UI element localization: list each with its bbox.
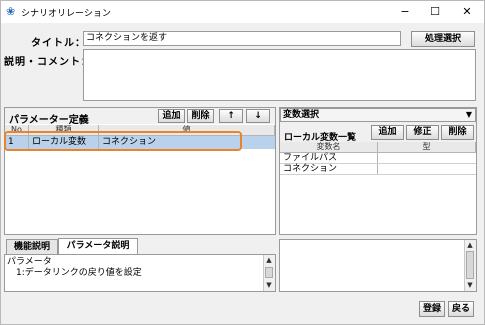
register-button[interactable]: 登録 [419, 301, 445, 317]
title-bar: ❀ シナリオリレーション − ☐ ✕ [1, 1, 484, 23]
description-line-2: 1:データリンクの戻り値を設定 [7, 268, 142, 278]
var-col-name[interactable]: 変数名 [280, 142, 378, 153]
chevron-down-icon: ▼ [465, 110, 472, 119]
description-line-1: パラメータ [7, 257, 52, 267]
back-button[interactable]: 戻る [448, 301, 474, 317]
minimize-button[interactable]: − [391, 3, 419, 21]
table-row[interactable]: コネクション [280, 164, 476, 175]
highlight-outline [4, 131, 242, 151]
tab-function-description[interactable]: 機能説明 [6, 239, 58, 254]
scroll-down-icon[interactable]: ▼ [264, 280, 274, 290]
title-input[interactable]: コネクションを返す [83, 31, 401, 46]
comment-label: 説明・コメント： [4, 57, 92, 68]
scroll-thumb[interactable] [265, 267, 273, 278]
variable-select-value: 変数選択 [283, 110, 320, 120]
scroll-up-icon[interactable]: ▲ [465, 240, 475, 250]
right-panel-scrollbar[interactable]: ▲ ▼ [464, 240, 476, 291]
dialog-window: ❀ シナリオリレーション − ☐ ✕ タイトル： コネクションを返す 処理選択 … [0, 0, 485, 325]
param-move-down-button[interactable]: ↓ [246, 109, 270, 123]
var-edit-button[interactable]: 修正 [406, 125, 439, 140]
variable-select-dropdown[interactable]: 変数選択 ▼ [280, 108, 476, 122]
parameter-header: パラメーター定義 [9, 115, 89, 126]
tab-parameter-description[interactable]: パラメータ説明 [58, 238, 138, 255]
description-panel: パラメータ 1:データリンクの戻り値を設定 ▲ ▼ [4, 254, 276, 292]
title-label: タイトル： [31, 38, 86, 49]
param-move-up-button[interactable]: ↑ [219, 109, 243, 123]
var-col-type[interactable]: 型 [378, 142, 476, 153]
param-add-button[interactable]: 追加 [158, 109, 185, 123]
scroll-up-icon[interactable]: ▲ [264, 255, 274, 265]
comment-textarea[interactable] [83, 49, 476, 101]
var-delete-button[interactable]: 削除 [441, 125, 474, 140]
process-select-button[interactable]: 処理選択 [411, 31, 475, 47]
param-delete-button[interactable]: 削除 [187, 109, 214, 123]
var-add-button[interactable]: 追加 [371, 125, 404, 140]
app-icon: ❀ [6, 5, 16, 18]
scroll-thumb[interactable] [466, 251, 474, 279]
right-text-panel: ▲ ▼ [279, 239, 477, 292]
description-scrollbar[interactable]: ▲ ▼ [263, 255, 275, 291]
table-row[interactable]: ファイルパス [280, 153, 476, 164]
close-button[interactable]: ✕ [453, 3, 481, 21]
maximize-button[interactable]: ☐ [421, 3, 449, 21]
window-title: シナリオリレーション [21, 9, 111, 19]
scroll-down-icon[interactable]: ▼ [465, 280, 475, 290]
